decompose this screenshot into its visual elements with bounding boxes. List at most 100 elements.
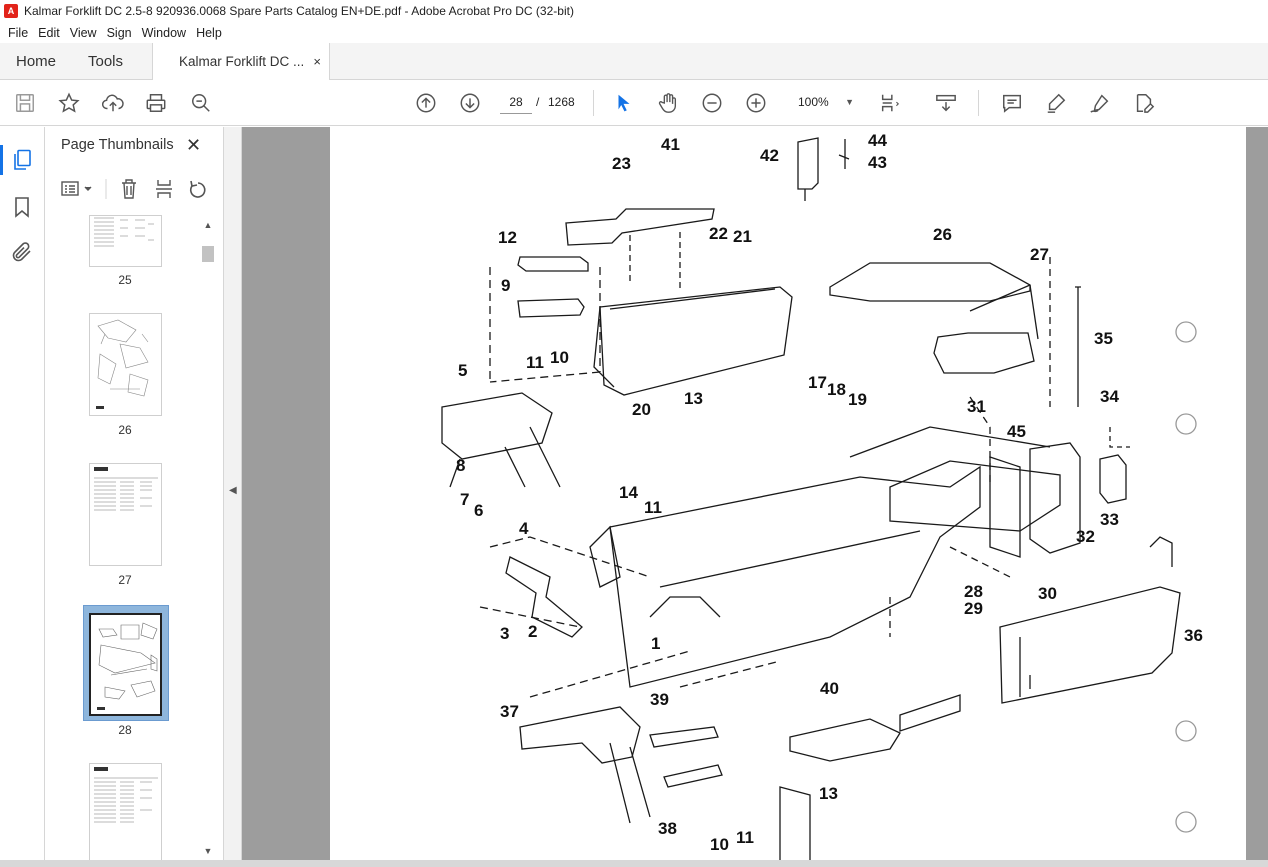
callout-label: 3 [500,624,509,643]
window-title: Kalmar Forklift DC 2.5-8 920936.0068 Spa… [24,4,574,18]
tab-home[interactable]: Home [16,43,56,80]
thumbnail-page-25[interactable] [89,215,162,267]
page-fit-icon[interactable] [878,91,902,115]
window-titlebar: A Kalmar Forklift DC 2.5-8 920936.0068 S… [0,0,1268,22]
extract-pages-icon[interactable] [156,180,172,198]
toolbar-divider [978,90,979,116]
callout-label: 13 [684,389,703,408]
previous-page-icon[interactable] [414,91,438,115]
thumbnail-label: 26 [118,423,132,437]
panel-title: Page Thumbnails [61,137,174,153]
callout-label: 36 [1184,626,1203,645]
thumbnail-label: 25 [118,273,132,287]
thumbnail-page-27[interactable] [89,463,162,566]
callout-label: 7 [460,490,469,509]
tab-document-label: Kalmar Forklift DC ... [179,54,305,69]
callout-label: 1 [651,634,660,653]
callout-label: 43 [868,153,887,172]
scroll-down-arrow-icon[interactable]: ▼ [200,846,216,860]
callout-label: 42 [760,146,779,165]
rotate-page-icon[interactable] [189,180,206,198]
document-viewer[interactable]: 41 42 44 43 23 22 21 26 27 12 9 35 11 10… [242,127,1268,867]
thumbnail-page-26[interactable] [89,313,162,416]
print-icon[interactable] [144,91,168,115]
callout-label: 40 [820,679,839,698]
bookmarks-icon[interactable] [10,195,34,219]
callout-label: 5 [458,361,467,380]
callout-label: 4 [519,519,529,538]
callout-label: 11 [736,828,754,847]
scroll-up-arrow-icon[interactable]: ▲ [200,220,216,234]
menu-file[interactable]: File [4,26,32,40]
callout-label: 11 [526,353,544,372]
callout-label: 35 [1094,329,1113,348]
zoom-out-icon[interactable] [700,91,724,115]
callout-label: 41 [661,135,680,154]
page-thumbnails-icon[interactable] [10,148,34,172]
bookmark-star-icon[interactable] [57,91,81,115]
thumbnail-scrollbar[interactable]: ▲ ▼ [200,220,216,860]
highlight-pen-icon[interactable] [1044,91,1068,115]
zoom-level-value: 100% [798,95,829,109]
thumbnail-label: 27 [118,573,132,587]
zoom-search-icon[interactable] [189,91,213,115]
callout-label: 27 [1030,245,1049,264]
panel-collapse-handle[interactable]: ◀ [224,127,242,867]
upload-cloud-icon[interactable] [101,91,125,115]
callout-label: 32 [1076,527,1095,546]
callout-label: 23 [612,154,631,173]
callout-label: 10 [710,835,729,854]
menu-sign[interactable]: Sign [103,26,136,40]
main-toolbar [0,80,1268,126]
callout-label: 20 [632,400,651,419]
left-rail [0,127,45,867]
close-tab-icon[interactable]: × [313,43,321,80]
pdf-page: 41 42 44 43 23 22 21 26 27 12 9 35 11 10… [330,127,1246,867]
page-total: 1268 [548,95,575,109]
tab-tools[interactable]: Tools [88,43,123,80]
acrobat-app-icon: A [4,4,18,18]
panel-toolbar [60,177,210,201]
callout-label: 19 [848,390,867,409]
callout-label: 30 [1038,584,1057,603]
thumbnail-list: 25 26 27 28 [46,215,204,860]
tab-bar: Home Tools Kalmar Forklift DC ... × [0,43,1268,81]
callout-label: 6 [474,501,483,520]
menu-window[interactable]: Window [138,26,190,40]
scroll-mode-icon[interactable] [934,91,958,115]
edit-pdf-icon[interactable] [1132,91,1156,115]
thumbnail-options-icon[interactable] [61,181,92,196]
zoom-level-select[interactable]: 100% ▼ [790,90,858,114]
next-page-icon[interactable] [458,91,482,115]
save-icon[interactable] [13,91,37,115]
close-panel-icon[interactable]: ✕ [186,135,201,156]
scrollbar-thumb[interactable] [202,246,214,262]
callout-label: 33 [1100,510,1119,529]
callout-label: 34 [1100,387,1119,406]
menu-bar: File Edit View Sign Window Help [0,22,1268,43]
callout-label: 12 [498,228,517,247]
tab-document[interactable]: Kalmar Forklift DC ... × [152,43,330,81]
menu-edit[interactable]: Edit [34,26,64,40]
callout-label: 10 [550,348,569,367]
zoom-in-icon[interactable] [744,91,768,115]
callout-label: 17 [808,373,827,392]
exploded-parts-diagram: 41 42 44 43 23 22 21 26 27 12 9 35 11 10… [441,131,1203,866]
callout-label: 8 [456,456,465,475]
attachments-icon[interactable] [10,240,34,264]
callout-label: 45 [1007,422,1026,441]
select-cursor-icon[interactable] [612,91,636,115]
hand-tool-icon[interactable] [656,91,680,115]
callout-label: 11 [644,498,662,517]
callout-label: 18 [827,380,846,399]
thumbnail-page-29[interactable] [89,763,162,860]
thumbnail-page-28[interactable] [89,613,162,716]
page-number-input[interactable]: 28 [500,90,532,114]
delete-page-icon[interactable] [122,179,136,199]
callout-label: 39 [650,690,669,709]
draw-sign-icon[interactable] [1088,91,1112,115]
menu-help[interactable]: Help [192,26,226,40]
comment-icon[interactable] [1000,91,1024,115]
menu-view[interactable]: View [66,26,101,40]
thumbnail-label: 28 [118,723,132,737]
